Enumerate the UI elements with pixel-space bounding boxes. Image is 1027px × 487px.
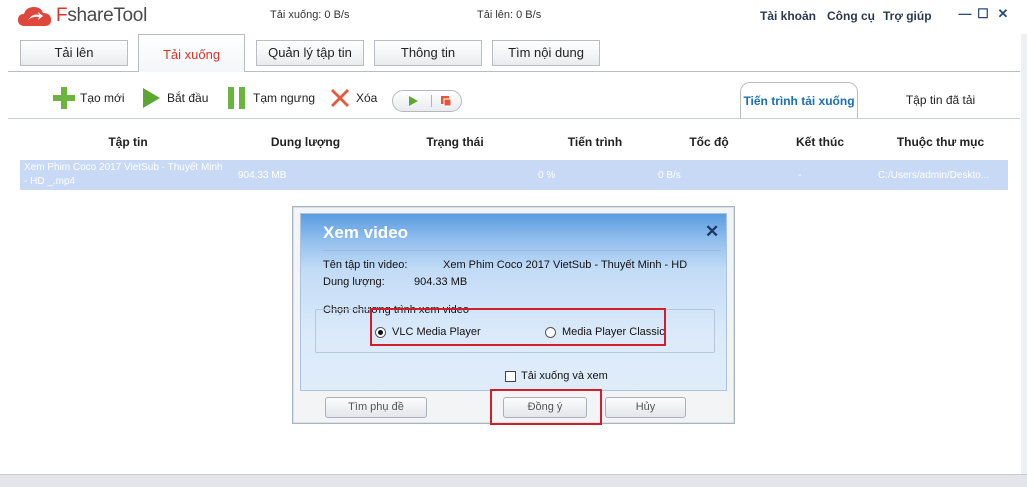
download-and-watch-checkbox[interactable]: Tải xuống và xem <box>505 370 608 382</box>
menu-tools[interactable]: Công cụ <box>827 9 875 23</box>
close-window-icon[interactable]: ✕ <box>996 6 1010 22</box>
tab-downloaded-files[interactable]: Tập tin đã tải <box>878 82 1003 118</box>
col-size[interactable]: Dung lượng <box>248 135 363 149</box>
start-label: Bắt đầu <box>167 91 209 105</box>
delete-x-icon <box>331 89 349 107</box>
row-end: - <box>798 170 802 181</box>
player-highlight-box <box>370 308 666 346</box>
col-progress[interactable]: Tiến trình <box>540 135 650 149</box>
pause-button[interactable]: Tạm ngưng <box>225 86 315 110</box>
tab-upload[interactable]: Tải lên <box>20 40 128 66</box>
tab-download-progress[interactable]: Tiến trình tải xuống <box>740 82 858 118</box>
menu-help[interactable]: Trợ giúp <box>883 9 932 23</box>
new-label: Tạo mới <box>80 91 125 105</box>
close-icon[interactable]: ✕ <box>705 222 719 242</box>
dialog-title: Xem video <box>323 223 409 242</box>
app-logo: FshareTool <box>17 5 147 27</box>
col-end[interactable]: Kết thúc <box>770 135 870 149</box>
file-name-value: Xem Phim Coco 2017 VietSub - Thuyết Minh… <box>443 259 688 271</box>
mini-play-icon[interactable] <box>401 93 425 109</box>
download-speed: Tải xuống: 0 B/s <box>270 9 350 21</box>
maximize-icon[interactable]: ☐ <box>976 6 990 22</box>
tab-search-content[interactable]: Tìm nội dung <box>492 40 600 66</box>
plus-icon <box>53 87 75 109</box>
col-file[interactable]: Tập tin <box>68 135 188 149</box>
right-edge <box>1021 34 1027 474</box>
ok-highlight-box <box>490 389 602 425</box>
mini-stop-icon[interactable] <box>438 93 454 109</box>
title-bar: FshareTool Tải xuống: 0 B/s Tải lên: 0 B… <box>0 0 1027 34</box>
play-stop-group <box>392 90 462 112</box>
menu-account[interactable]: Tài khoản <box>760 9 816 23</box>
row-folder: C:/Users/admin/Deskto... <box>878 170 990 181</box>
row-file-line2: - HD _.mp4 <box>24 176 76 187</box>
app-name-rest: shareTool <box>67 5 147 26</box>
status-bar <box>0 474 1027 487</box>
app-name-prefix: F <box>56 5 68 26</box>
toolbar: Tạo mới Bắt đầu Tạm ngưng Xóa Tiến trình… <box>8 72 1020 118</box>
delete-label: Xóa <box>356 91 378 105</box>
row-size: 904.33 MB <box>238 170 287 181</box>
row-progress: 0 % <box>538 170 556 181</box>
checkbox-icon <box>505 370 516 382</box>
row-file-line1: Xem Phim Coco 2017 VietSub - Thuyết Minh <box>24 162 223 173</box>
new-button[interactable]: Tạo mới <box>52 86 125 110</box>
cloud-logo-icon <box>18 7 51 26</box>
cancel-button[interactable]: Hủy <box>605 397 686 418</box>
minimize-icon[interactable]: — <box>958 6 972 22</box>
main-tabs: Tải lên Tải xuống Quản lý tập tin Thông … <box>0 34 1027 72</box>
col-speed[interactable]: Tốc độ <box>664 135 754 149</box>
find-subtitle-button[interactable]: Tìm phụ đề <box>325 397 427 418</box>
row-speed: 0 B/s <box>658 170 681 181</box>
table-header: Tập tin Dung lượng Trạng thái Tiến trình… <box>8 119 1020 159</box>
size-label: Dung lượng: <box>323 276 385 288</box>
play-icon <box>143 88 160 108</box>
upload-speed: Tải lên: 0 B/s <box>477 9 542 21</box>
size-value: 904.33 MB <box>414 276 468 288</box>
start-button[interactable]: Bắt đầu <box>139 86 208 110</box>
download-and-watch-label: Tải xuống và xem <box>521 370 608 382</box>
file-name-label: Tên tập tin video: <box>323 259 408 271</box>
app-name: FshareTool <box>56 5 147 27</box>
table-row[interactable]: Xem Phim Coco 2017 VietSub - Thuyết Minh… <box>20 160 1008 190</box>
pause-icon <box>228 87 245 109</box>
delete-button[interactable]: Xóa <box>328 86 377 110</box>
dialog-divider <box>323 250 721 251</box>
tab-info[interactable]: Thông tin <box>374 40 482 66</box>
col-folder[interactable]: Thuộc thư mục <box>878 135 1003 149</box>
pause-label: Tạm ngưng <box>253 91 316 105</box>
tab-file-manager[interactable]: Quản lý tập tin <box>256 40 364 66</box>
dialog-body: Xem video ✕ Tên tập tin video: Xem Phim … <box>300 213 727 391</box>
tab-download[interactable]: Tải xuống <box>138 34 245 72</box>
col-status[interactable]: Trạng thái <box>400 135 510 149</box>
mini-divider <box>431 95 432 107</box>
